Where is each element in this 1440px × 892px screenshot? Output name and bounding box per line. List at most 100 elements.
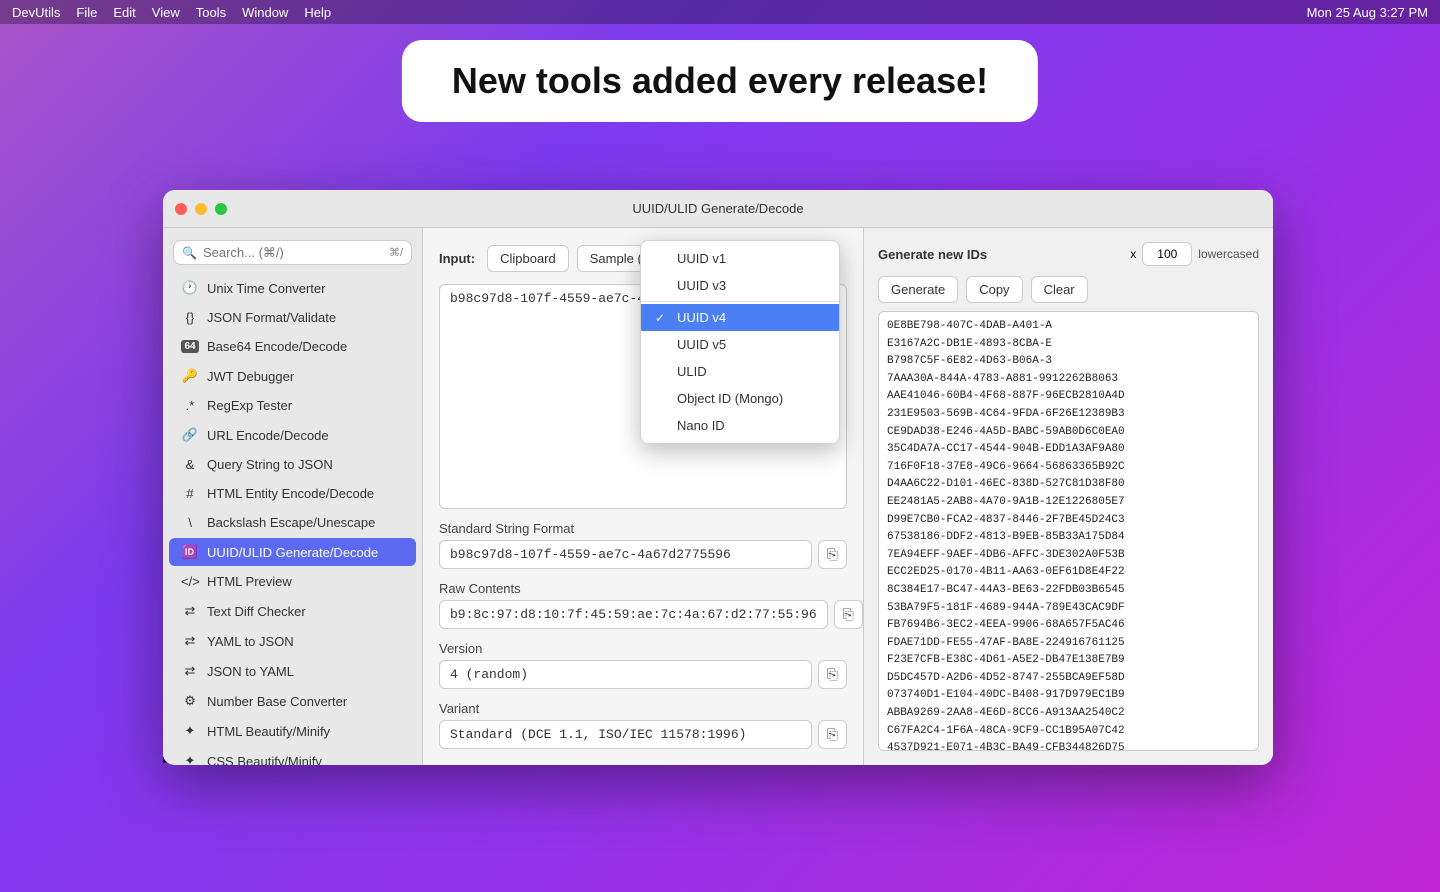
sidebar-item-html-entity[interactable]: # HTML Entity Encode/Decode [169, 480, 416, 507]
maximize-button[interactable] [215, 203, 227, 215]
sidebar-item-number-base[interactable]: ⚙ Number Base Converter [169, 687, 416, 715]
html-preview-icon: </> [181, 574, 199, 589]
uuid-list-item: 7AAA30A-844A-4783-A881-9912262B8063 [887, 371, 1250, 389]
uuid-version-dropdown[interactable]: UUID v1 UUID v3 ✓UUID v4UUID v5ULID Object … [640, 240, 840, 444]
version-copy-button[interactable]: ⎘ [818, 660, 847, 689]
sidebar-item-html-preview[interactable]: </> HTML Preview [169, 568, 416, 595]
dropdown-item-uuid-v1[interactable]: UUID v1 [641, 245, 839, 272]
sidebar-item-regexp[interactable]: .* RegExp Tester [169, 392, 416, 419]
search-input[interactable] [203, 245, 383, 260]
sidebar-item-unix-time[interactable]: 🕐 Unix Time Converter [169, 274, 416, 302]
menu-edit[interactable]: Edit [113, 5, 135, 20]
uuid-list-item: D4AA6C22-D101-46EC-838D-527C81D38F80 [887, 476, 1250, 494]
uuid-list-item: 716F0F18-37E8-49C6-9664-56863365B92C [887, 459, 1250, 477]
html-entity-icon: # [181, 486, 199, 501]
unix-time-icon: 🕐 [181, 280, 199, 296]
menu-view[interactable]: View [152, 5, 180, 20]
lowercase-label: lowercased [1198, 247, 1259, 261]
titlebar: UUID/ULID Generate/Decode [163, 190, 1273, 228]
dropdown-item-nano-id[interactable]: Nano ID [641, 412, 839, 439]
dropdown-divider [641, 301, 839, 302]
dropdown-item-uuid-v3[interactable]: UUID v3 [641, 272, 839, 299]
raw-contents-field: Raw Contents b9:8c:97:d8:10:7f:45:59:ae:… [439, 581, 847, 629]
sidebar-item-html-beautify[interactable]: ✦ HTML Beautify/Minify [169, 717, 416, 745]
uuid-list-item: 7EA94EFF-9AEF-4DB6-AFFC-3DE302A0F53B [887, 547, 1250, 565]
raw-contents-copy-button[interactable]: ⎘ [834, 600, 863, 629]
sidebar-item-url-encode[interactable]: 🔗 URL Encode/Decode [169, 421, 416, 449]
right-clear-button[interactable]: Clear [1031, 276, 1088, 303]
standard-format-copy-button[interactable]: ⎘ [818, 540, 847, 569]
jwt-icon: 🔑 [181, 368, 199, 384]
dropdown-label-uuid-v3: UUID v3 [677, 278, 726, 293]
query-icon: & [181, 457, 199, 472]
uuid-list-item: 0E8BE798-407C-4DAB-A401-A [887, 318, 1250, 336]
dropdown-label-object-id: Object ID (Mongo) [677, 391, 783, 406]
uuid-list-item: C67FA2C4-1F6A-48CA-9CF9-CC1B95A07C42 [887, 723, 1250, 741]
uuid-list-item: 53BA79F5-181F-4689-944A-789E43CAC9DF [887, 600, 1250, 618]
app-name[interactable]: DevUtils [12, 5, 60, 20]
menu-help[interactable]: Help [304, 5, 331, 20]
variant-copy-button[interactable]: ⎘ [818, 720, 847, 749]
raw-contents-value: b9:8c:97:d8:10:7f:45:59:ae:7c:4a:67:d2:7… [439, 600, 828, 629]
url-icon: 🔗 [181, 427, 199, 443]
uuid-list-item: FB7694B6-3EC2-4EEA-9906-68A657F5AC46 [887, 617, 1250, 635]
raw-contents-label: Raw Contents [439, 581, 847, 596]
uuid-list-item: ABBA9269-2AA8-4E6D-8CC6-A913AA2540C2 [887, 705, 1250, 723]
uuid-list-item: 35C4DA7A-CC17-4544-904B-EDD1A3AF9A80 [887, 441, 1250, 459]
regexp-icon: .* [181, 398, 199, 413]
uuid-list-item: F23E7CFB-E38C-4D61-A5E2-DB47E138E7B9 [887, 652, 1250, 670]
uuid-list-item: ECC2ED25-0170-4B11-AA63-0EF61D8E4F22 [887, 564, 1250, 582]
menubar: DevUtils File Edit View Tools Window Hel… [0, 0, 1440, 24]
search-clear-icon[interactable]: ⌘/ [389, 246, 403, 259]
sidebar-item-jwt[interactable]: 🔑 JWT Debugger [169, 362, 416, 390]
uuid-list-item: 8C384E17-BC47-44A3-BE63-22FDB03B6545 [887, 582, 1250, 600]
base64-icon: 64 [181, 340, 199, 353]
sidebar-item-backslash[interactable]: \ Backslash Escape/Unescape [169, 509, 416, 536]
menu-tools[interactable]: Tools [196, 5, 226, 20]
sidebar-item-json-format[interactable]: {} JSON Format/Validate [169, 304, 416, 331]
sidebar-item-text-diff[interactable]: ⇄ Text Diff Checker [169, 597, 416, 625]
sidebar-label-css-beautify: CSS Beautify/Minify [207, 754, 322, 766]
sidebar-item-uuid[interactable]: 🆔 UUID/ULID Generate/Decode [169, 538, 416, 566]
sidebar-item-yaml-json[interactable]: ⇄ YAML to JSON [169, 627, 416, 655]
sidebar-label-uuid: UUID/ULID Generate/Decode [207, 545, 378, 560]
sidebar-label-html-beautify: HTML Beautify/Minify [207, 724, 330, 739]
close-button[interactable] [175, 203, 187, 215]
action-row: Generate Copy Clear [878, 276, 1259, 303]
copy-button[interactable]: Copy [966, 276, 1022, 303]
menu-file[interactable]: File [76, 5, 97, 20]
sidebar-label-regexp: RegExp Tester [207, 398, 292, 413]
search-bar[interactable]: 🔍 ⌘/ [173, 240, 412, 265]
sidebar-item-query-string[interactable]: & Query String to JSON [169, 451, 416, 478]
right-panel: Generate new IDs x lowercased Generate C… [863, 228, 1273, 765]
standard-format-wrap: b98c97d8-107f-4559-ae7c-4a67d2775596 ⎘ [439, 540, 847, 569]
count-input[interactable] [1142, 242, 1192, 266]
uuid-list-item: B7987C5F-6E82-4D63-B06A-3 [887, 353, 1250, 371]
sidebar-item-json-yaml[interactable]: ⇄ JSON to YAML [169, 657, 416, 685]
sidebar-label-unix-time: Unix Time Converter [207, 281, 325, 296]
uuid-list-item: 073740D1-E104-40DC-B408-917D979EC1B9 [887, 687, 1250, 705]
uuid-list-item: D5DC457D-A2D6-4D52-8747-255BCA9EF58D [887, 670, 1250, 688]
minimize-button[interactable] [195, 203, 207, 215]
count-x-label: x [1130, 247, 1136, 261]
standard-format-value: b98c97d8-107f-4559-ae7c-4a67d2775596 [439, 540, 812, 569]
dropdown-item-uuid-v4[interactable]: ✓UUID v4 [641, 304, 839, 331]
clipboard-button[interactable]: Clipboard [487, 245, 569, 272]
json-yaml-icon: ⇄ [181, 663, 199, 679]
sidebar-label-base64: Base64 Encode/Decode [207, 339, 347, 354]
sidebar-item-base64[interactable]: 64 Base64 Encode/Decode [169, 333, 416, 360]
banner-text: New tools added every release! [452, 60, 988, 101]
dropdown-item-uuid-v5[interactable]: UUID v5 [641, 331, 839, 358]
sidebar-label-number-base: Number Base Converter [207, 694, 347, 709]
generate-button[interactable]: Generate [878, 276, 958, 303]
sidebar-label-json-yaml: JSON to YAML [207, 664, 294, 679]
dropdown-item-object-id[interactable]: Object ID (Mongo) [641, 385, 839, 412]
menu-window[interactable]: Window [242, 5, 288, 20]
sidebar-item-css-beautify[interactable]: ✦ CSS Beautify/Minify [169, 747, 416, 765]
yaml-json-icon: ⇄ [181, 633, 199, 649]
sidebar-label-backslash: Backslash Escape/Unescape [207, 515, 375, 530]
dropdown-item-ulid[interactable]: ULID [641, 358, 839, 385]
version-label: Version [439, 641, 847, 656]
generate-label: Generate new IDs [878, 247, 987, 262]
sidebar-label-json-format: JSON Format/Validate [207, 310, 336, 325]
